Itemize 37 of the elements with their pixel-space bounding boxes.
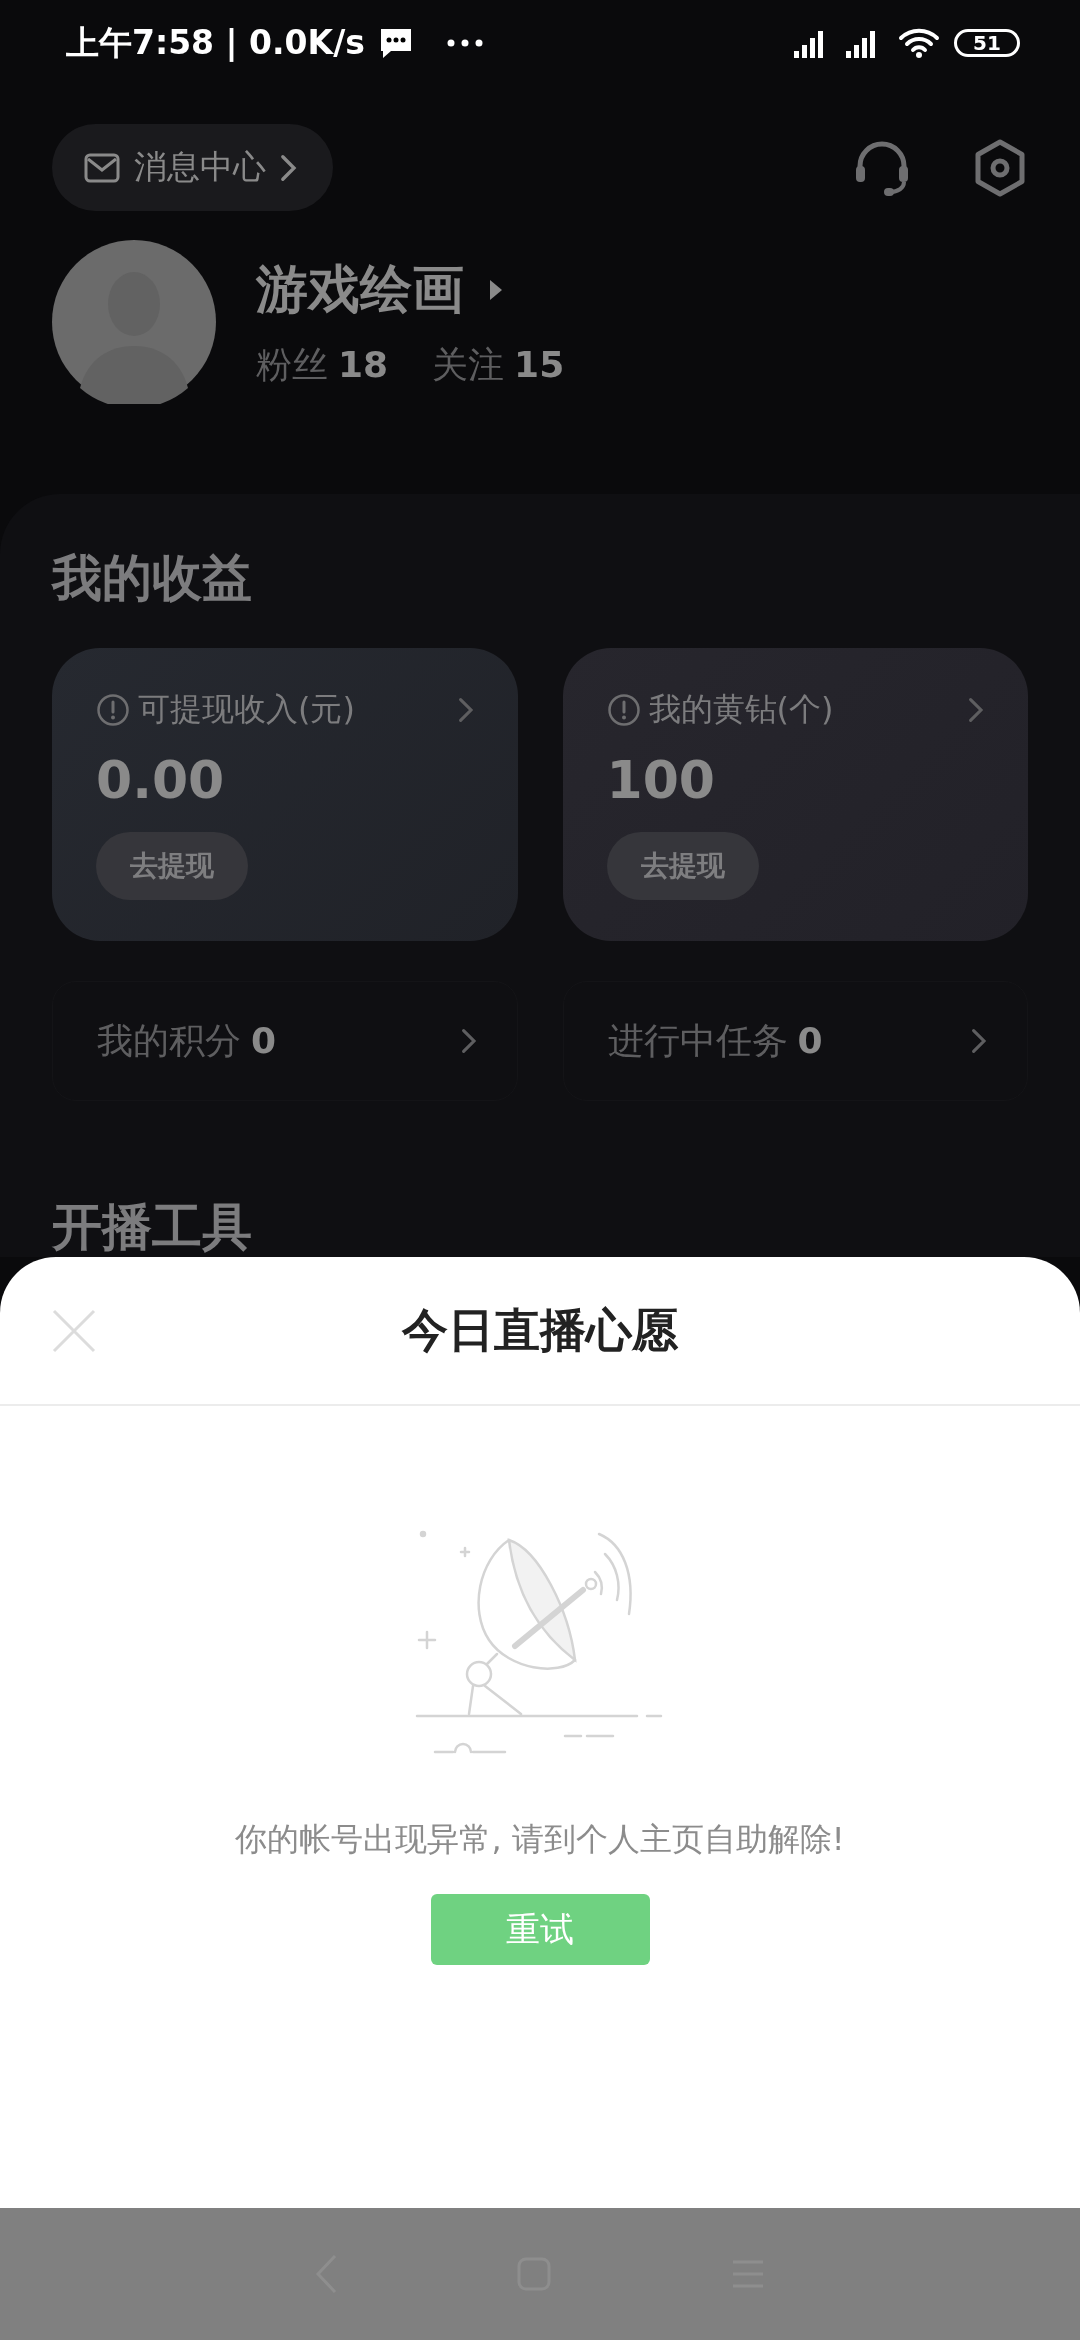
settings-button[interactable] [972,137,1028,198]
section-title: 我的收益 [52,548,253,608]
summary-row[interactable]: 进行中任务 0 [562,981,1028,1101]
close-icon [52,1309,96,1353]
more-icon [446,39,483,47]
sheet-title: 今日直播心愿 [402,1301,678,1359]
earnings-card[interactable]: 我的黄钻(个) 100 去提现 [562,648,1028,941]
summary-row[interactable]: 我的积分 0 [52,981,518,1101]
error-message: 你的帐号出现异常, 请到个人主页自助解除! [235,1819,845,1860]
card-label: 我的黄钻(个) [648,689,835,730]
chevron-right-icon [968,697,984,723]
battery-indicator: 51 [954,29,1020,57]
card-value: 0.00 [96,750,226,810]
chevron-right-icon [460,1028,477,1054]
card-value: 100 [606,750,717,810]
wifi-icon [898,27,940,59]
avatar[interactable] [52,240,216,404]
info-icon [96,693,130,727]
profile-stat[interactable]: 粉丝 18 [256,340,389,390]
message-center-button[interactable]: 消息中心 [52,124,333,211]
section-title: 开播工具 [52,1197,253,1257]
withdraw-button[interactable]: 去提现 [96,832,248,900]
chevron-right-icon [971,1028,987,1054]
info-icon [606,693,641,727]
mail-icon [84,152,120,183]
chevron-right-icon [280,153,297,182]
arrow-right-icon [488,277,504,302]
withdraw-button[interactable]: 去提现 [606,832,759,900]
profile-name[interactable]: 游戏绘画 [256,254,464,325]
profile-stat[interactable]: 关注 15 [432,340,565,390]
message-icon [378,27,413,59]
earnings-card[interactable]: 可提现收入(元) 0.00 去提现 [52,648,518,941]
close-button[interactable] [52,1309,96,1353]
settings-icon [972,137,1028,198]
chevron-right-icon [457,697,474,723]
card-label: 可提现收入(元) [138,689,356,730]
status-time: 上午7:58 | 0.0K/s [66,21,365,64]
